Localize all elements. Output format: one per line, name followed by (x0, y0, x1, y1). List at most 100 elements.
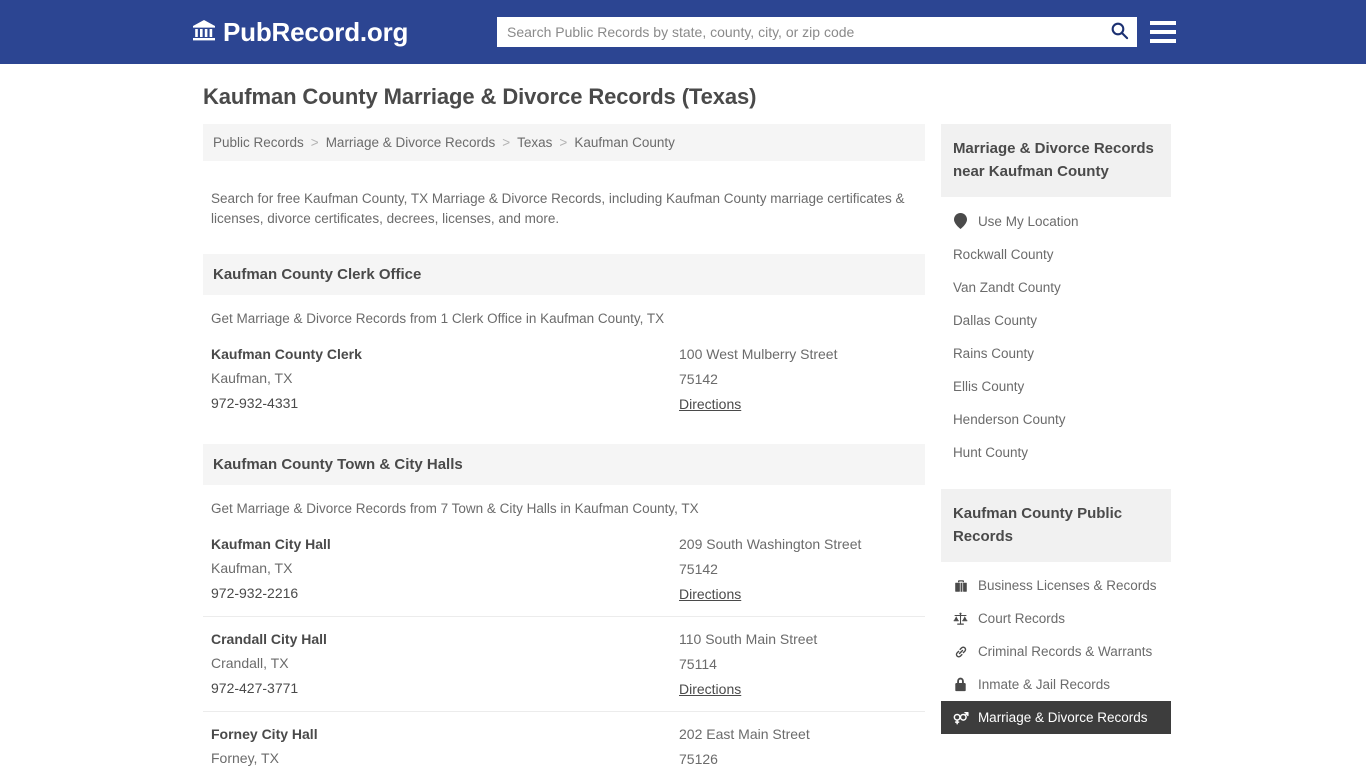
entry-name: Kaufman City Hall (211, 535, 331, 552)
map-pin-icon (953, 213, 969, 229)
section-clerk-office: Kaufman County Clerk Office Get Marriage… (203, 253, 925, 426)
entry-city-state: Crandall, TX (211, 654, 289, 671)
sidebar-public-records-list: Business Licenses & Records Court Record… (940, 562, 1171, 734)
venus-mars-icon (953, 711, 969, 725)
sidebar-item-label: Rains County (952, 346, 1034, 361)
sidebar-item-business-licenses[interactable]: Business Licenses & Records (941, 562, 1171, 602)
search-icon (1110, 21, 1129, 43)
sidebar-item-label: Henderson County (952, 412, 1066, 427)
entry-right-column: 110 South Main Street 75114 Directions (679, 631, 917, 699)
sidebar-public-records-block: Kaufman County Public Records Business L… (940, 489, 1171, 734)
entry-phone[interactable]: 972-932-4331 (211, 395, 679, 411)
breadcrumb-item-kaufman-county[interactable]: Kaufman County (574, 135, 675, 150)
sidebar-item-label: Court Records (977, 611, 1065, 626)
sidebar-item-use-my-location[interactable]: Use My Location (941, 197, 1171, 238)
entry-left-column: Crandall City Hall Crandall, TX 972-427-… (211, 631, 679, 699)
section-town-city-halls: Kaufman County Town & City Halls Get Mar… (203, 443, 925, 768)
content-container: Kaufman County Marriage & Divorce Record… (195, 84, 1171, 768)
sidebar-item-label: Criminal Records & Warrants (977, 644, 1153, 659)
entry-name: Forney City Hall (211, 725, 318, 742)
site-logo[interactable]: PubRecord.org (192, 17, 408, 48)
sidebar-heading-nearby: Marriage & Divorce Records near Kaufman … (940, 124, 1171, 197)
section-subtitle: Get Marriage & Divorce Records from 7 To… (211, 500, 699, 516)
search-bar[interactable] (497, 17, 1137, 47)
page-intro-text: Search for free Kaufman County, TX Marri… (211, 190, 905, 227)
hamburger-menu-icon[interactable] (1150, 19, 1176, 45)
search-input[interactable] (497, 18, 1101, 46)
sidebar-item-label: Van Zandt County (952, 280, 1061, 295)
page-title: Kaufman County Marriage & Divorce Record… (203, 84, 757, 109)
sidebar-nearby-list: Use My Location Rockwall County Van Zand… (941, 197, 1171, 469)
entry-left-column: Kaufman County Clerk Kaufman, TX 972-932… (211, 346, 679, 414)
directions-link[interactable]: Directions (679, 396, 741, 412)
entry-city-state: Kaufman, TX (211, 369, 293, 386)
breadcrumb: Public Records > Marriage & Divorce Reco… (203, 124, 925, 161)
sidebar-item-label: Rockwall County (952, 247, 1054, 262)
entry-left-column: Forney City Hall Forney, TX 972-552-2291 (211, 726, 679, 768)
breadcrumb-item-texas[interactable]: Texas (517, 135, 552, 150)
entry-address: 110 South Main Street (679, 630, 818, 647)
search-button[interactable] (1101, 17, 1137, 47)
sidebar-item-criminal-records[interactable]: Criminal Records & Warrants (941, 635, 1171, 668)
table-row: Kaufman City Hall Kaufman, TX 972-932-22… (203, 522, 925, 617)
sidebar-item-marriage-divorce-records[interactable]: Marriage & Divorce Records (940, 701, 1171, 734)
padlock-icon (953, 677, 969, 692)
entry-left-column: Kaufman City Hall Kaufman, TX 972-932-22… (211, 536, 679, 604)
sidebar-item-henderson-county[interactable]: Henderson County (941, 403, 1171, 436)
sidebar-heading-public-records: Kaufman County Public Records (940, 489, 1171, 562)
table-row: Crandall City Hall Crandall, TX 972-427-… (203, 617, 925, 712)
sidebar-item-label: Inmate & Jail Records (977, 677, 1110, 692)
sidebar-item-label: Marriage & Divorce Records (977, 710, 1148, 725)
entry-zip: 75142 (679, 560, 718, 577)
scales-of-justice-icon (953, 612, 969, 626)
sidebar-item-label: Ellis County (952, 379, 1025, 394)
sidebar-item-label: Hunt County (952, 445, 1028, 460)
entry-zip: 75142 (679, 370, 718, 387)
entry-address: 202 East Main Street (679, 725, 810, 742)
entry-address: 100 West Mulberry Street (679, 345, 838, 362)
sidebar: Marriage & Divorce Records near Kaufman … (940, 124, 1171, 734)
entry-city-state: Kaufman, TX (211, 559, 293, 576)
main-content: Public Records > Marriage & Divorce Reco… (203, 124, 925, 768)
hamburger-bar (1150, 21, 1176, 25)
sidebar-item-court-records[interactable]: Court Records (941, 602, 1171, 635)
entry-name: Kaufman County Clerk (211, 345, 362, 362)
entry-right-column: 202 East Main Street 75126 Directions (679, 726, 917, 768)
table-row: Kaufman County Clerk Kaufman, TX 972-932… (203, 332, 925, 426)
breadcrumb-item-marriage-divorce-records[interactable]: Marriage & Divorce Records (326, 135, 496, 150)
sidebar-item-rains-county[interactable]: Rains County (941, 337, 1171, 370)
two-column-layout: Public Records > Marriage & Divorce Reco… (195, 124, 1171, 768)
entry-phone[interactable]: 972-427-3771 (211, 680, 679, 696)
sidebar-item-label: Use My Location (977, 213, 1079, 229)
site-header: PubRecord.org (0, 0, 1366, 64)
sidebar-item-inmate-jail-records[interactable]: Inmate & Jail Records (941, 668, 1171, 701)
entry-city-state: Forney, TX (211, 749, 279, 766)
directions-link[interactable]: Directions (679, 586, 741, 602)
section-heading: Kaufman County Town & City Halls (203, 443, 925, 485)
chain-link-icon (953, 645, 969, 659)
sidebar-item-van-zandt-county[interactable]: Van Zandt County (941, 271, 1171, 304)
sidebar-item-label: Business Licenses & Records (977, 578, 1157, 593)
sidebar-item-hunt-county[interactable]: Hunt County (941, 436, 1171, 469)
breadcrumb-separator: > (310, 135, 319, 150)
logo-text: PubRecord.org (223, 16, 409, 47)
entry-phone[interactable]: 972-932-2216 (211, 585, 679, 601)
table-row: Forney City Hall Forney, TX 972-552-2291… (203, 712, 925, 768)
breadcrumb-item-public-records[interactable]: Public Records (213, 135, 304, 150)
section-heading: Kaufman County Clerk Office (203, 253, 925, 295)
hamburger-bar (1150, 39, 1176, 43)
briefcase-icon (953, 579, 969, 593)
sidebar-item-rockwall-county[interactable]: Rockwall County (941, 238, 1171, 271)
sidebar-item-dallas-county[interactable]: Dallas County (941, 304, 1171, 337)
entry-address: 209 South Washington Street (679, 535, 862, 552)
page-body: Kaufman County Marriage & Divorce Record… (0, 64, 1366, 768)
bank-building-icon (192, 18, 216, 47)
directions-link[interactable]: Directions (679, 681, 741, 697)
sidebar-item-ellis-county[interactable]: Ellis County (941, 370, 1171, 403)
section-subtitle: Get Marriage & Divorce Records from 1 Cl… (211, 310, 665, 326)
breadcrumb-separator: > (502, 135, 511, 150)
sidebar-item-label: Dallas County (952, 313, 1037, 328)
hamburger-bar (1150, 30, 1176, 34)
entry-name: Crandall City Hall (211, 630, 327, 647)
entry-zip: 75126 (679, 750, 718, 767)
